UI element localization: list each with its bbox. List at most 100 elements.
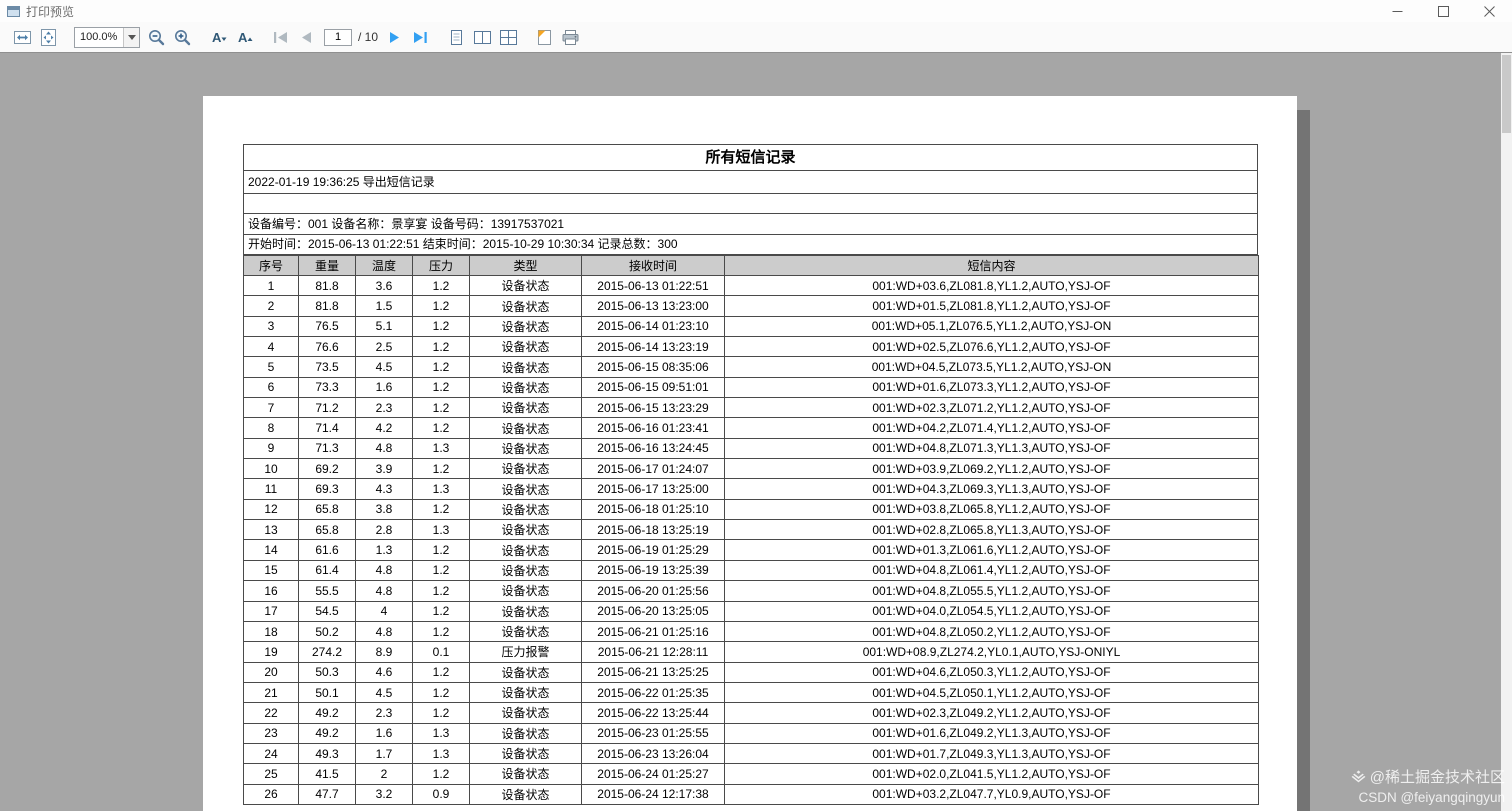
table-cell: 16 [243, 580, 299, 602]
table-row: 22 49.2 2.3 1.2 设备状态 2015-06-22 13:25:44 001:W… [243, 702, 1259, 724]
table-cell: 11 [243, 478, 299, 500]
table-cell: 2015-06-13 01:22:51 [581, 274, 725, 297]
table-cell: 设备状态 [469, 458, 582, 480]
table-cell: 001:WD+03.9,ZL069.2,YL1.2,AUTO,YSJ-OF [724, 458, 1259, 480]
maximize-button[interactable] [1420, 0, 1466, 22]
table-cell: 2015-06-13 13:23:00 [581, 295, 725, 317]
font-decrease-icon: A [209, 28, 228, 47]
table-cell: 71.3 [298, 437, 356, 460]
table-body: 1 81.8 3.6 1.2 设备状态 2015-06-13 01:22:51 001:WD… [243, 274, 1259, 805]
table-cell: 61.4 [298, 559, 356, 582]
table-cell: 1.2 [412, 580, 470, 602]
column-header: 温度 [355, 255, 413, 276]
table-cell: 1.2 [412, 356, 470, 378]
table-cell: 2015-06-21 13:25:25 [581, 661, 725, 683]
previous-page-button[interactable] [296, 27, 317, 48]
font-increase-button[interactable]: A [234, 27, 255, 48]
table-cell: 2015-06-22 01:25:35 [581, 681, 725, 704]
zoom-combobox[interactable]: 100.0% [74, 26, 140, 48]
table-cell: 001:WD+03.8,ZL065.8,YL1.2,AUTO,YSJ-OF [724, 498, 1259, 521]
table-cell: 3.9 [355, 458, 413, 480]
table-cell: 13 [243, 519, 299, 541]
table-cell: 2015-06-19 13:25:39 [581, 559, 725, 582]
table-cell: 1.2 [412, 376, 470, 399]
table-cell: 设备状态 [469, 498, 582, 521]
table-cell: 1.6 [355, 376, 413, 399]
table-cell: 2015-06-19 01:25:29 [581, 539, 725, 561]
table-cell: 设备状态 [469, 580, 582, 602]
table-header-row: 序号 重量 温度 压力 类型 接收时间 短信内容 [243, 255, 1259, 276]
table-cell: 1.3 [412, 478, 470, 500]
table-cell: 1.2 [412, 681, 470, 704]
app-icon [7, 5, 20, 18]
table-cell: 001:WD+01.7,ZL049.3,YL1.3,AUTO,YSJ-OF [724, 742, 1259, 765]
close-button[interactable] [1466, 0, 1512, 22]
table-row: 6 73.3 1.6 1.2 设备状态 2015-06-15 09:51:01 001:WD… [243, 376, 1259, 399]
table-cell: 设备状态 [469, 620, 582, 643]
table-row: 2 81.8 1.5 1.2 设备状态 2015-06-13 13:23:00 001:WD… [243, 295, 1259, 317]
single-page-view-button[interactable] [446, 27, 467, 48]
table-cell: 1.2 [412, 397, 470, 419]
table-cell: 17 [243, 600, 299, 622]
table-cell: 4.6 [355, 661, 413, 683]
table-cell: 设备状态 [469, 661, 582, 683]
table-cell: 1.3 [412, 437, 470, 460]
table-cell: 25 [243, 763, 299, 785]
scrollbar-thumb[interactable] [1502, 55, 1511, 133]
report-page: 所有短信记录 2022-01-19 19:36:25 导出短信记录 设备编号：0… [203, 96, 1297, 811]
table-cell: 4.8 [355, 559, 413, 582]
table-cell: 1.3 [412, 742, 470, 765]
page-number-input[interactable] [324, 28, 352, 46]
table-cell: 001:WD+04.8,ZL071.3,YL1.3,AUTO,YSJ-OF [724, 437, 1259, 460]
table-cell: 2.3 [355, 397, 413, 419]
table-cell: 设备状态 [469, 274, 582, 297]
vertical-scrollbar[interactable] [1501, 53, 1512, 811]
last-page-button[interactable] [410, 27, 431, 48]
table-cell: 001:WD+04.5,ZL050.1,YL1.2,AUTO,YSJ-OF [724, 681, 1259, 704]
print-button[interactable] [560, 27, 581, 48]
table-cell: 1.2 [412, 315, 470, 338]
table-cell: 001:WD+02.8,ZL065.8,YL1.3,AUTO,YSJ-OF [724, 519, 1259, 541]
grid-view-button[interactable] [498, 27, 519, 48]
table-cell: 2015-06-21 12:28:11 [581, 641, 725, 663]
table-cell: 2015-06-18 01:25:10 [581, 498, 725, 521]
table-row: 25 41.5 2 1.2 设备状态 2015-06-24 01:25:27 001:WD+… [243, 763, 1259, 785]
table-cell: 001:WD+03.6,ZL081.8,YL1.2,AUTO,YSJ-OF [724, 274, 1259, 297]
table-cell: 2015-06-24 01:25:27 [581, 763, 725, 785]
fit-width-button[interactable] [12, 27, 33, 48]
table-cell: 3 [243, 315, 299, 338]
zoom-out-button[interactable] [146, 27, 167, 48]
table-cell: 21 [243, 681, 299, 704]
sms-table: 序号 重量 温度 压力 类型 接收时间 短信内容 1 81.8 3.6 1.2 设备状态 2015-0… [243, 255, 1259, 805]
table-cell: 49.2 [298, 702, 356, 724]
table-row: 16 55.5 4.8 1.2 设备状态 2015-06-20 01:25:56 001:W… [243, 580, 1259, 602]
table-cell: 1.2 [412, 336, 470, 358]
first-page-button[interactable] [270, 27, 291, 48]
table-cell: 14 [243, 539, 299, 561]
table-cell: 49.2 [298, 722, 356, 744]
first-page-icon [271, 28, 290, 47]
table-cell: 2015-06-17 13:25:00 [581, 478, 725, 500]
zoom-in-button[interactable] [172, 27, 193, 48]
single-page-icon [447, 28, 466, 47]
table-row: 17 54.5 4 1.2 设备状态 2015-06-20 13:25:05 001:WD+… [243, 600, 1259, 622]
fit-page-button[interactable] [38, 27, 59, 48]
font-decrease-button[interactable]: A [208, 27, 229, 48]
table-cell: 2015-06-14 13:23:19 [581, 336, 725, 358]
table-cell: 设备状态 [469, 478, 582, 500]
table-cell: 3.2 [355, 783, 413, 805]
table-cell: 2015-06-20 01:25:56 [581, 580, 725, 602]
table-cell: 001:WD+01.3,ZL061.6,YL1.2,AUTO,YSJ-OF [724, 539, 1259, 561]
table-cell: 设备状态 [469, 519, 582, 541]
table-cell: 23 [243, 722, 299, 744]
facing-pages-view-button[interactable] [472, 27, 493, 48]
table-cell: 设备状态 [469, 559, 582, 582]
table-cell: 1.5 [355, 295, 413, 317]
zoom-dropdown-arrow[interactable] [123, 27, 139, 47]
table-cell: 3.6 [355, 274, 413, 297]
table-cell: 61.6 [298, 539, 356, 561]
minimize-button[interactable] [1374, 0, 1420, 22]
next-page-button[interactable] [384, 27, 405, 48]
table-cell: 设备状态 [469, 539, 582, 561]
page-setup-button[interactable] [534, 27, 555, 48]
